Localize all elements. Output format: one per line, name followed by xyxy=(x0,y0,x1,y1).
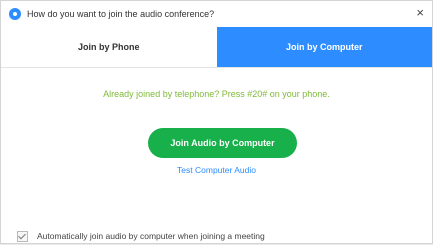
auto-join-row: Automatically join audio by computer whe… xyxy=(1,227,432,245)
close-icon[interactable]: × xyxy=(416,6,424,20)
tab-join-by-phone[interactable]: Join by Phone xyxy=(1,27,217,67)
test-computer-audio-link[interactable]: Test Computer Audio xyxy=(1,165,432,175)
audio-join-dialog: How do you want to join the audio confer… xyxy=(0,0,433,244)
dialog-title: How do you want to join the audio confer… xyxy=(27,9,215,19)
title-bar: How do you want to join the audio confer… xyxy=(1,1,432,27)
join-method-tabs: Join by Phone Join by Computer xyxy=(1,27,432,68)
tab-join-by-computer[interactable]: Join by Computer xyxy=(216,27,432,67)
telephone-notice: Already joined by telephone? Press #20# … xyxy=(103,89,330,99)
auto-join-checkbox[interactable] xyxy=(17,230,28,242)
zoom-app-icon xyxy=(9,8,21,20)
join-audio-by-computer-button[interactable]: Join Audio by Computer xyxy=(148,128,297,158)
auto-join-label[interactable]: Automatically join audio by computer whe… xyxy=(37,231,265,241)
